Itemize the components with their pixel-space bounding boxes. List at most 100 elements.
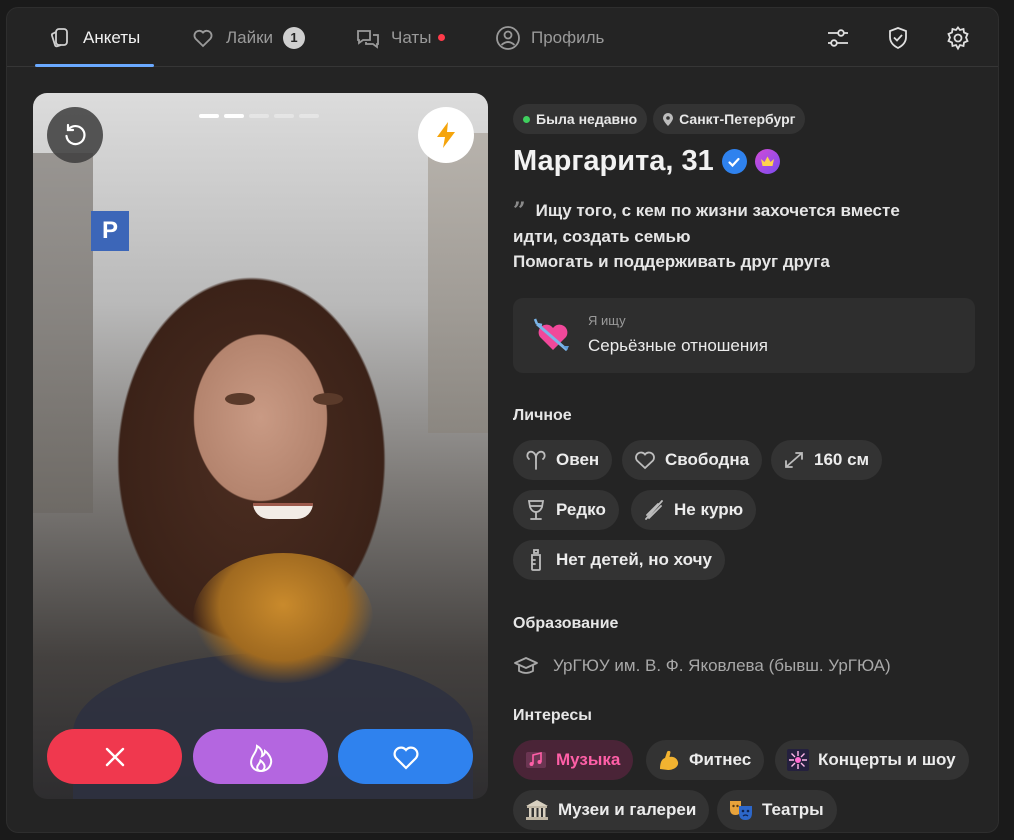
- interests-title: Интересы: [513, 707, 592, 724]
- name-age: Маргарита, 31: [513, 145, 714, 177]
- kids-pill: Нет детей, но хочу: [513, 540, 725, 580]
- photo-pager: [199, 114, 319, 118]
- interest-concerts-pill: Концерты и шоу: [775, 740, 969, 780]
- chat-icon: [355, 25, 381, 51]
- filters-icon: [828, 29, 848, 47]
- app-window: Анкеты Лайки 1 Чаты Профиль P Была недав…: [6, 7, 999, 833]
- crown-icon: [754, 149, 780, 174]
- heart-icon: [190, 25, 216, 51]
- education-row: УрГЮУ им. В. Ф. Яковлева (бывш. УрГЮА): [513, 655, 891, 677]
- zodiac-text: Овен: [556, 450, 600, 469]
- theater-masks-icon: [730, 801, 752, 820]
- close-icon: [105, 747, 124, 766]
- photo-background: [253, 503, 313, 519]
- flexed-biceps-icon: [660, 750, 679, 770]
- tab-chats[interactable]: Чаты: [355, 8, 446, 67]
- bio-line: идти, создать семью: [513, 227, 691, 246]
- photo-background: P: [91, 211, 129, 251]
- lightning-icon: [437, 122, 455, 148]
- interest-music-pill: Музыка: [513, 740, 634, 780]
- education-text: УрГЮУ им. В. Ф. Яковлева (бывш. УрГЮА): [553, 656, 891, 675]
- tab-profile[interactable]: Профиль: [495, 8, 604, 67]
- online-status-text: Была недавно: [536, 111, 638, 127]
- personal-title: Личное: [513, 407, 572, 424]
- unread-dot: [438, 34, 446, 41]
- city-chip: Санкт-Петербург: [653, 104, 806, 134]
- height-text: 160 см: [814, 450, 870, 469]
- interest-fitness-pill: Фитнес: [646, 740, 765, 780]
- education-title: Образование: [513, 615, 619, 632]
- heart-arrow-icon: [533, 318, 569, 352]
- user-circle-icon: [495, 25, 521, 51]
- relationship-text: Свободна: [665, 450, 750, 469]
- verified-icon: [721, 149, 747, 174]
- boost-button[interactable]: [418, 107, 474, 163]
- pager-dot[interactable]: [199, 114, 219, 118]
- photo-background: [219, 393, 349, 411]
- tab-profiles-label: Анкеты: [83, 27, 141, 47]
- alcohol-pill: Редко: [513, 490, 619, 530]
- status-chips: Была недавно Санкт-Петербург: [513, 104, 975, 134]
- rewind-button[interactable]: [47, 107, 103, 163]
- pager-dot[interactable]: [224, 114, 244, 118]
- safety-button[interactable]: [883, 23, 913, 53]
- interest-theatres-pill: Театры: [717, 790, 837, 830]
- seeking-label: Я ищу: [588, 313, 626, 328]
- dislike-button[interactable]: [47, 729, 182, 784]
- likes-count-badge: 1: [283, 26, 306, 49]
- online-dot: [523, 115, 530, 123]
- kids-text: Нет детей, но хочу: [556, 550, 712, 569]
- photo-background: [428, 133, 488, 433]
- interest-museums-pill: Музеи и галереи: [513, 790, 710, 830]
- zodiac-pill: Овен: [513, 440, 613, 480]
- interest-theatres-text: Театры: [762, 800, 824, 819]
- bio-line: Ищу того, с кем по жизни захочется вмест…: [535, 201, 900, 220]
- seeking-value: Серьёзные отношения: [588, 336, 768, 355]
- classical-building-icon: [526, 800, 548, 820]
- gear-icon: [947, 26, 969, 51]
- cards-icon: [47, 25, 73, 51]
- city-text: Санкт-Петербург: [679, 111, 796, 127]
- fire-icon: [249, 743, 272, 772]
- no-smoking-icon: [645, 500, 663, 520]
- superlike-button[interactable]: [193, 729, 328, 784]
- tab-chats-label: Чаты: [391, 27, 432, 47]
- fireworks-icon: [787, 749, 809, 771]
- location-pin-icon: [663, 112, 674, 126]
- heart-icon: [635, 451, 655, 470]
- baby-bottle-icon: [531, 549, 541, 571]
- graduation-cap-icon: [514, 657, 538, 674]
- interest-music-text: Музыка: [556, 750, 621, 769]
- tab-likes[interactable]: Лайки 1: [190, 8, 306, 67]
- music-icon: [526, 751, 546, 768]
- top-nav: Анкеты Лайки 1 Чаты Профиль: [7, 8, 998, 67]
- interest-fitness-text: Фитнес: [689, 750, 752, 769]
- pager-dot[interactable]: [299, 114, 319, 118]
- height-pill: 160 см: [771, 440, 883, 480]
- profile-info: Была недавно Санкт-Петербург Маргарита, …: [513, 104, 975, 830]
- wine-glass-icon: [527, 500, 545, 520]
- tab-profiles[interactable]: Анкеты: [47, 8, 140, 67]
- like-button[interactable]: [338, 729, 473, 784]
- name-row: Маргарита, 31: [513, 145, 975, 178]
- photo-background: [193, 553, 373, 683]
- expand-arrows-icon: [785, 452, 803, 468]
- settings-button[interactable]: [943, 23, 973, 53]
- relationship-pill: Свободна: [622, 440, 763, 480]
- interest-concerts-text: Концерты и шоу: [818, 750, 956, 769]
- aries-icon: [526, 450, 546, 470]
- quote-icon: ”: [513, 198, 526, 224]
- alcohol-text: Редко: [556, 500, 606, 519]
- smoking-text: Не курю: [674, 500, 744, 519]
- tab-profile-label: Профиль: [531, 27, 605, 47]
- pager-dot[interactable]: [274, 114, 294, 118]
- seeking-card: Я ищу Серьёзные отношения: [513, 298, 975, 373]
- profile-photo[interactable]: P: [33, 93, 488, 799]
- interest-museums-text: Музеи и галереи: [558, 800, 697, 819]
- pager-dot[interactable]: [249, 114, 269, 118]
- heart-icon: [393, 746, 418, 770]
- bio-line: Помогать и поддерживать друг друга: [513, 252, 830, 271]
- smoking-pill: Не курю: [631, 490, 757, 530]
- filters-button[interactable]: [823, 23, 853, 53]
- active-tab-indicator: [35, 64, 154, 67]
